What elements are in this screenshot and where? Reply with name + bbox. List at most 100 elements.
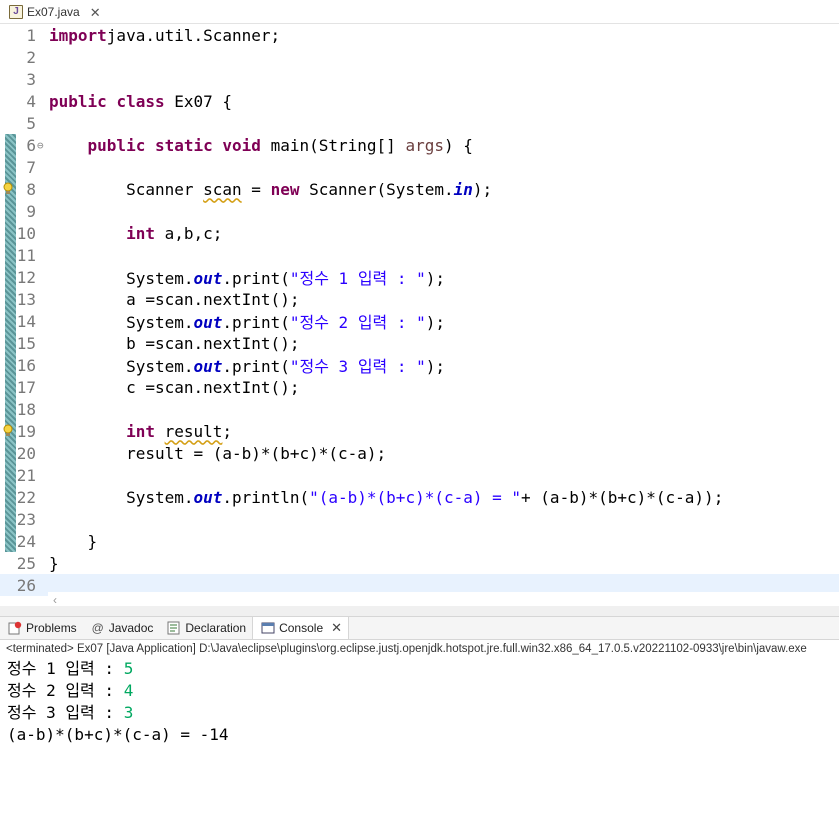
line-number: 10 (16, 223, 36, 243)
console-line: 정수 2 입력 : 4 (7, 680, 839, 702)
editor-tab-label: Ex07.java (27, 5, 80, 19)
console-output[interactable]: 정수 1 입력 : 5 정수 2 입력 : 4 정수 3 입력 : 3 (a-b)*(… (0, 658, 839, 836)
field-token: out (193, 269, 223, 288)
keyword-token: new (270, 179, 300, 199)
line-number: 16 (16, 355, 36, 375)
code-line[interactable]: 15 b =scan.nextInt(); (0, 332, 839, 354)
code-line[interactable]: 18 (0, 398, 839, 420)
warning-token: scan (203, 179, 242, 199)
warning-token: result (164, 421, 223, 441)
code-line[interactable]: 4 public class Ex07 { (0, 90, 839, 112)
field-token: in (453, 179, 473, 199)
code-text: public static void main(String[] args) { (49, 136, 473, 155)
code-text: System.out.print("정수 3 입력 : "); (49, 353, 445, 377)
string-token: "정수 2 입력 : " (289, 313, 426, 332)
code-line[interactable]: 3 (0, 68, 839, 90)
code-line[interactable]: 11 (0, 244, 839, 266)
close-icon[interactable]: ✕ (331, 620, 342, 636)
code-line[interactable]: 24 } (0, 530, 839, 552)
code-line[interactable]: 8 Scanner scan = new Scanner(System.in); (0, 178, 839, 200)
tab-problems[interactable]: Problems (0, 617, 83, 639)
close-icon[interactable]: ✕ (90, 6, 101, 19)
line-number: 23 (16, 509, 36, 529)
code-token: System. (49, 269, 194, 288)
code-text: int result; (49, 422, 232, 441)
code-text: result = (a-b)*(b+c)*(c-a); (49, 444, 386, 463)
code-line[interactable]: 16 System.out.print("정수 3 입력 : "); (0, 353, 839, 377)
keyword-token: import (49, 25, 107, 45)
code-text: System.out.println("(a-b)*(b+c)*(c-a) = … (49, 488, 723, 507)
code-token: java.util.Scanner; (106, 25, 281, 45)
code-text: importjava.util.Scanner; (49, 26, 280, 45)
code-token: ); (425, 313, 446, 332)
code-token: ; (222, 421, 233, 441)
line-number: 19 (16, 421, 36, 441)
code-line[interactable]: 21 (0, 464, 839, 486)
code-line[interactable]: 7 (0, 156, 839, 178)
tab-console[interactable]: Console ✕ (252, 617, 350, 639)
console-icon (261, 621, 275, 635)
tab-label: Javadoc (108, 621, 154, 635)
code-line[interactable]: 10 int a,b,c; (0, 222, 839, 244)
console-output-text: 정수 1 입력 : (7, 659, 124, 678)
editor-tab-ex07[interactable]: J Ex07.java ✕ (5, 1, 103, 23)
field-token: out (193, 357, 223, 376)
code-line[interactable]: 5 (0, 112, 839, 134)
console-user-input: 4 (123, 681, 134, 700)
code-text: c =scan.nextInt(); (49, 378, 299, 397)
line-number: 18 (16, 399, 36, 419)
code-token: System. (49, 313, 194, 332)
line-number: 5 (26, 113, 36, 133)
code-text: a =scan.nextInt(); (49, 290, 299, 309)
keyword-token: class (116, 91, 165, 111)
code-line[interactable]: 17 c =scan.nextInt(); (0, 376, 839, 398)
code-token: c =scan.nextInt(); (49, 377, 300, 397)
keyword-token: public (87, 135, 146, 155)
line-number: 6 (26, 135, 36, 155)
console-output-text: 정수 2 입력 : (7, 681, 124, 700)
line-number: 17 (16, 377, 36, 397)
string-token: "정수 1 입력 : " (289, 269, 426, 288)
code-token: System. (49, 487, 194, 507)
code-token: .print( (222, 357, 290, 376)
code-line[interactable]: 19 int result; (0, 420, 839, 442)
fold-collapse-icon[interactable]: ⊖ (36, 139, 49, 152)
panel-separator[interactable] (0, 606, 839, 616)
code-line[interactable]: 2 (0, 46, 839, 68)
declaration-icon (167, 621, 181, 635)
code-line[interactable]: 22 System.out.println("(a-b)*(b+c)*(c-a)… (0, 486, 839, 508)
code-line[interactable]: 9 (0, 200, 839, 222)
code-line[interactable]: 23 (0, 508, 839, 530)
code-line[interactable]: 20 result = (a-b)*(b+c)*(c-a); (0, 442, 839, 464)
code-text: System.out.print("정수 2 입력 : "); (49, 309, 445, 333)
code-token: .print( (222, 313, 290, 332)
code-line[interactable]: 25} (0, 552, 839, 574)
line-number: 21 (16, 465, 36, 485)
code-token: } (49, 531, 98, 551)
string-token: "정수 3 입력 : " (289, 357, 426, 376)
code-line[interactable]: 12 System.out.print("정수 1 입력 : "); (0, 266, 839, 289)
line-number: 26 (16, 575, 36, 595)
tab-javadoc[interactable]: @ Javadoc (83, 617, 160, 639)
code-lines[interactable]: 1 importjava.util.Scanner; 2 3 4 public class… (0, 24, 839, 596)
console-user-input: 5 (123, 659, 134, 678)
javadoc-icon: @ (91, 621, 104, 635)
tab-declaration[interactable]: Declaration (159, 617, 252, 639)
field-token: out (193, 487, 223, 507)
code-editor[interactable]: 1 importjava.util.Scanner; 2 3 4 public class… (0, 24, 839, 608)
console-line: 정수 1 입력 : 5 (7, 658, 839, 680)
code-line[interactable]: 14 System.out.print("정수 2 입력 : "); (0, 309, 839, 333)
code-line[interactable]: 1 importjava.util.Scanner; (0, 24, 839, 46)
line-number: 25 (16, 553, 36, 573)
console-line: 정수 3 입력 : 3 (7, 702, 839, 724)
keyword-token: public (49, 91, 107, 111)
code-line[interactable]: 6 ⊖ public static void main(String[] args… (0, 134, 839, 156)
line-number: 22 (16, 487, 36, 507)
code-line[interactable]: 13 a =scan.nextInt(); (0, 288, 839, 310)
line-number: 24 (16, 531, 36, 551)
code-token: = (241, 179, 271, 199)
